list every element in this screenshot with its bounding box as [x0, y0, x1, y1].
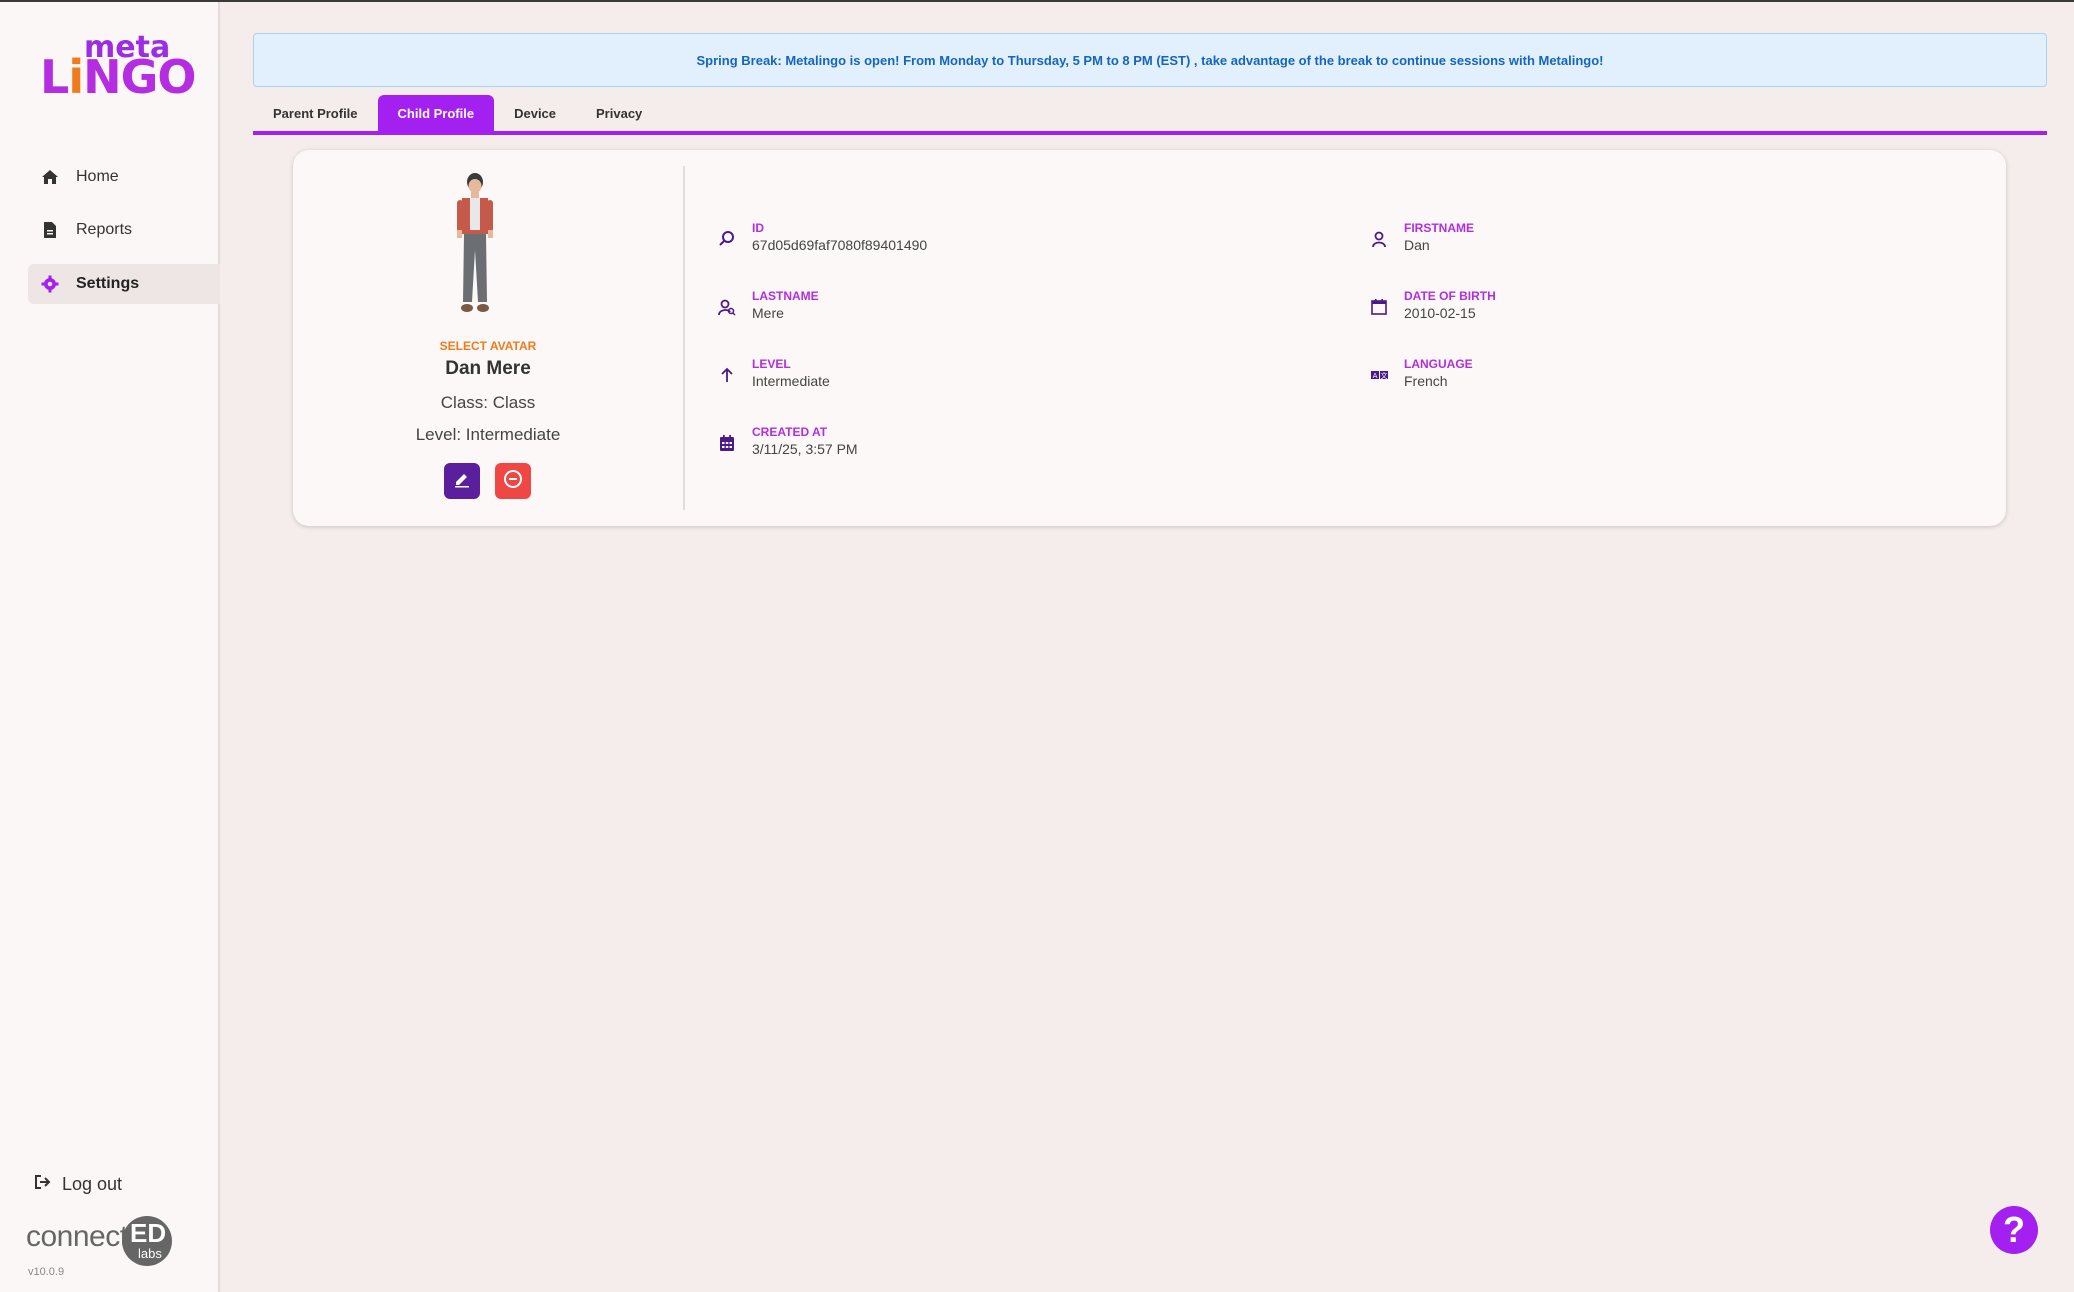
- svg-text:文: 文: [1381, 371, 1388, 380]
- field-lastname: LASTNAME Mere: [718, 288, 819, 322]
- tab-device[interactable]: Device: [494, 95, 576, 131]
- gear-icon: [40, 274, 60, 294]
- arrow-up-icon: [718, 366, 738, 386]
- child-level: Level: Intermediate: [415, 425, 561, 444]
- metalingo-logo[interactable]: meta LiNGO: [40, 30, 196, 104]
- profile-tabs: Parent Profile Child Profile Device Priv…: [253, 95, 2047, 135]
- remove-child-button[interactable]: [495, 463, 531, 499]
- field-level: LEVEL Intermediate: [718, 356, 830, 390]
- banner-text: Spring Break: Metalingo is open! From Mo…: [696, 52, 1604, 68]
- tab-privacy[interactable]: Privacy: [576, 95, 662, 131]
- field-value: 3/11/25, 3:57 PM: [752, 441, 858, 457]
- logout-button[interactable]: Log out: [34, 1174, 122, 1195]
- select-avatar-link[interactable]: SELECT AVATAR: [293, 339, 683, 353]
- sidebar-item-label: Reports: [76, 221, 133, 238]
- question-icon: ?: [2003, 1209, 2025, 1250]
- logo-lingo: LiNGO: [40, 50, 196, 104]
- search-icon: [718, 230, 738, 250]
- field-value: Dan: [1404, 237, 1430, 253]
- child-profile-card: SELECT AVATAR Dan Mere Class: Class Leve…: [293, 150, 2006, 526]
- field-label: CREATED AT: [752, 425, 828, 439]
- sidebar-item-settings[interactable]: Settings: [28, 264, 220, 304]
- announcement-banner: Spring Break: Metalingo is open! From Mo…: [253, 33, 2047, 87]
- connected-logo-text: connect: [26, 1220, 128, 1253]
- sidebar-item-home[interactable]: Home: [28, 157, 220, 197]
- person-icon: [1370, 230, 1390, 250]
- pencil-icon: [453, 470, 471, 493]
- field-value: Intermediate: [752, 373, 830, 389]
- field-label: LASTNAME: [752, 289, 819, 303]
- field-created-at: CREATED AT 3/11/25, 3:57 PM: [718, 424, 858, 458]
- report-icon: [40, 220, 60, 240]
- field-firstname: FIRSTNAME Dan: [1370, 220, 1474, 254]
- logo-letter: G: [120, 50, 159, 104]
- app-version: v10.0.9: [28, 1266, 65, 1278]
- logo-letter: i: [68, 50, 84, 104]
- field-id: ID 67d05d69faf7080f89401490: [718, 220, 927, 254]
- child-class: Class: Class: [440, 393, 536, 412]
- field-date-of-birth: DATE OF BIRTH 2010-02-15: [1370, 288, 1496, 322]
- logo-letter: L: [40, 50, 69, 104]
- svg-text:A: A: [1373, 372, 1378, 380]
- calendar-outline-icon: [1370, 298, 1390, 318]
- sidebar-item-label: Home: [76, 168, 119, 185]
- tab-child-profile[interactable]: Child Profile: [377, 95, 495, 131]
- child-name: Dan Mere: [445, 358, 531, 379]
- person-search-icon: [718, 298, 738, 318]
- card-divider: [683, 166, 685, 510]
- sidebar-item-label: Settings: [76, 275, 140, 292]
- field-value: French: [1404, 373, 1448, 389]
- field-label: FIRSTNAME: [1404, 221, 1474, 235]
- home-icon: [40, 167, 60, 187]
- sidebar-item-reports[interactable]: Reports: [28, 210, 220, 250]
- top-border: [0, 0, 2074, 2]
- logout-label: Log out: [62, 1174, 123, 1194]
- field-label: LANGUAGE: [1404, 357, 1473, 371]
- connected-logo-badge: ED: [130, 1218, 167, 1248]
- edit-button[interactable]: [444, 463, 480, 499]
- sidebar: meta LiNGO Home Reports Settings Log out…: [0, 2, 220, 1292]
- field-value: 2010-02-15: [1404, 305, 1476, 321]
- connected-labs-logo: connect ED labs: [26, 1216, 186, 1266]
- logo-letter: O: [157, 50, 196, 104]
- translate-icon: A文: [1370, 366, 1390, 386]
- logo-letter: N: [83, 50, 121, 104]
- field-label: DATE OF BIRTH: [1404, 289, 1496, 303]
- logout-icon: [34, 1174, 52, 1195]
- calendar-filled-icon: [718, 434, 738, 454]
- field-label: LEVEL: [752, 357, 791, 371]
- help-button[interactable]: ?: [1990, 1206, 2038, 1254]
- field-value: 67d05d69faf7080f89401490: [752, 237, 928, 253]
- minus-circle-icon: [503, 469, 523, 494]
- avatar-image[interactable]: [451, 170, 499, 320]
- tab-parent-profile[interactable]: Parent Profile: [253, 95, 378, 131]
- field-language: A文 LANGUAGE French: [1370, 356, 1473, 390]
- field-value: Mere: [752, 305, 784, 321]
- connected-logo-sub: labs: [138, 1246, 162, 1261]
- field-label: ID: [752, 221, 764, 235]
